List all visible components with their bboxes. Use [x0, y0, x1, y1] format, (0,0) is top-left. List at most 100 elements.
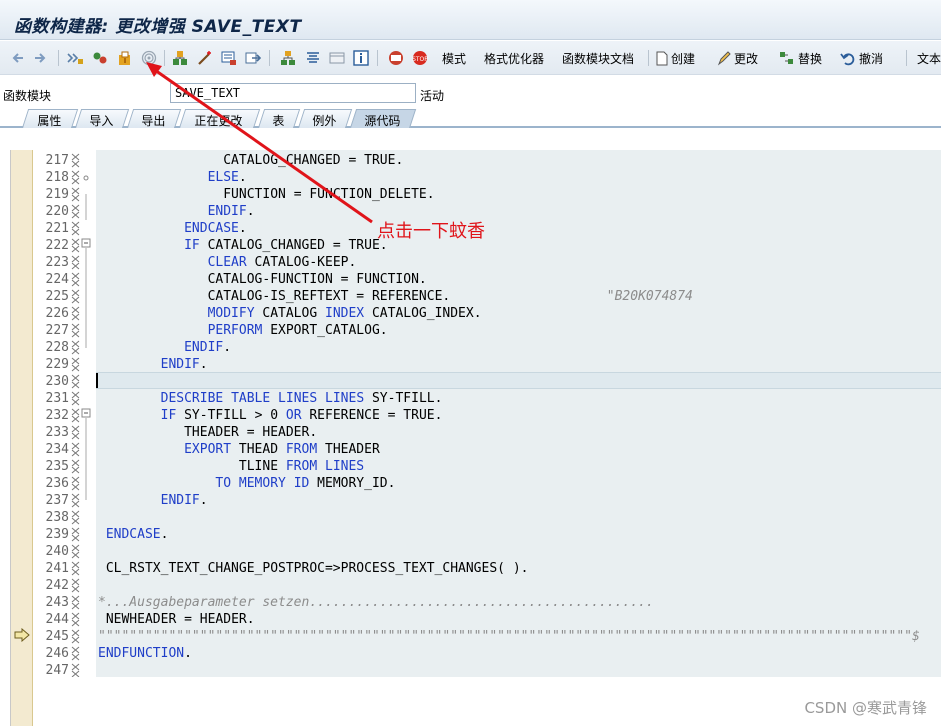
forward-arrow-icon[interactable] — [32, 49, 48, 67]
line-number: 242 — [45, 578, 69, 593]
tab-changing[interactable]: 正在更改 — [179, 109, 261, 128]
line-number: 240 — [45, 544, 69, 559]
change-marker — [71, 459, 80, 474]
code-line[interactable]: MODIFY CATALOG INDEX CATALOG_INDEX. — [98, 305, 482, 322]
execution-arrow-icon — [14, 628, 30, 642]
code-line[interactable]: ENDIF. — [98, 203, 255, 220]
line-number: 220 — [45, 204, 69, 219]
code-line[interactable]: ENDIF. — [98, 492, 208, 509]
back-arrow-icon[interactable] — [10, 49, 26, 67]
change-marker — [71, 170, 80, 185]
line-number: 225 — [45, 289, 69, 304]
code-line[interactable]: TO MEMORY ID MEMORY_ID. — [98, 475, 395, 492]
pretty-printer-button[interactable]: 格式优化器 — [481, 49, 544, 67]
tab-exceptions[interactable]: 例外 — [298, 109, 353, 128]
undo-button[interactable]: 撤消 — [840, 49, 883, 67]
create-button[interactable]: 创建 — [656, 49, 695, 67]
code-line[interactable]: THEADER = HEADER. — [98, 424, 317, 441]
change-marker — [71, 442, 80, 457]
structure-icon[interactable] — [280, 49, 296, 67]
line-number: 235 — [45, 459, 69, 474]
code-line[interactable]: """"""""""""""""""""""""""""""""""""""""… — [98, 628, 920, 645]
code-line[interactable]: ENDCASE. — [98, 526, 169, 543]
mode-button[interactable]: 模式 — [439, 49, 466, 67]
code-line[interactable]: CL_RSTX_TEXT_CHANGE_POSTPROC=>PROCESS_TE… — [98, 560, 529, 577]
code-line[interactable]: IF CATALOG_CHANGED = TRUE. — [98, 237, 388, 254]
code-line[interactable]: ENDIF. — [98, 356, 208, 373]
line-number: 234 — [45, 442, 69, 457]
where-used-icon[interactable] — [221, 49, 237, 67]
code-line[interactable]: ENDFUNCTION. — [98, 645, 192, 662]
change-marker — [71, 595, 80, 610]
line-number: 231 — [45, 391, 69, 406]
change-marker — [71, 510, 80, 525]
window-icon[interactable] — [329, 49, 345, 67]
line-number: 223 — [45, 255, 69, 270]
line-number: 246 — [45, 646, 69, 661]
list-icon[interactable] — [305, 49, 321, 67]
fold-column — [81, 150, 95, 726]
change-marker — [71, 527, 80, 542]
display-object-icon[interactable] — [388, 49, 404, 67]
change-marker — [71, 221, 80, 236]
tab-tables[interactable]: 表 — [258, 109, 301, 128]
code-line[interactable]: CATALOG_CHANGED = TRUE. — [98, 152, 403, 169]
code-line[interactable]: PERFORM EXPORT_CATALOG. — [98, 322, 388, 339]
change-marker — [71, 408, 80, 423]
info-icon[interactable] — [353, 49, 369, 67]
change-marker — [71, 272, 80, 287]
code-line[interactable]: EXPORT THEAD FROM THEADER — [98, 441, 380, 458]
code-line[interactable]: ENDIF. — [98, 339, 231, 356]
code-line[interactable]: ELSE. — [98, 169, 247, 186]
application-toolbar: STOP 模式 格式优化器 函数模块文档 创建 更改 替换 撤消 文本 — [0, 41, 941, 75]
change-marker — [71, 476, 80, 491]
function-module-doc-button[interactable]: 函数模块文档 — [559, 49, 634, 67]
replace-icon — [780, 51, 793, 64]
text-button[interactable]: 文本 — [914, 49, 941, 67]
tab-export[interactable]: 导出 — [127, 109, 182, 128]
tab-strip: 属性 导入 导出 正在更改 表 例外 源代码 — [0, 107, 941, 128]
change-marker — [71, 153, 80, 168]
status-text: 活动 — [420, 89, 445, 103]
display-change-icon[interactable] — [92, 49, 108, 67]
code-line[interactable]: CATALOG-FUNCTION = FUNCTION. — [98, 271, 427, 288]
undo-icon — [840, 52, 855, 65]
change-marker — [71, 374, 80, 389]
change-marker — [71, 204, 80, 219]
code-line[interactable]: ENDCASE. — [98, 220, 247, 237]
text-cursor — [96, 373, 98, 388]
line-number: 226 — [45, 306, 69, 321]
change-button[interactable]: 更改 — [717, 49, 758, 67]
line-number: 224 — [45, 272, 69, 287]
change-marker — [71, 578, 80, 593]
line-number: 217 — [45, 153, 69, 168]
change-marker — [71, 629, 80, 644]
activate-icon[interactable] — [117, 49, 133, 67]
change-marker — [71, 323, 80, 338]
hierarchy-icon[interactable] — [172, 49, 190, 67]
line-number: 232 — [45, 408, 69, 423]
code-line[interactable]: IF SY-TFILL > 0 OR REFERENCE = TRUE. — [98, 407, 443, 424]
code-line[interactable]: CATALOG-IS_REFTEXT = REFERENCE. "B20K074… — [98, 288, 693, 305]
change-marker-column — [71, 150, 80, 726]
enhancement-spiral-icon[interactable] — [141, 49, 157, 67]
tab-attributes[interactable]: 属性 — [22, 109, 79, 128]
code-line[interactable]: CLEAR CATALOG-KEEP. — [98, 254, 357, 271]
line-number: 219 — [45, 187, 69, 202]
tab-source-code[interactable]: 源代码 — [350, 109, 417, 128]
navigate-icon[interactable] — [245, 49, 261, 67]
function-module-input[interactable]: SAVE_TEXT — [170, 83, 416, 103]
line-number: 241 — [45, 561, 69, 576]
code-line[interactable]: FUNCTION = FUNCTION_DELETE. — [98, 186, 434, 203]
code-line[interactable]: NEWHEADER = HEADER. — [98, 611, 255, 628]
current-line-highlight — [96, 372, 941, 389]
code-line[interactable]: DESCRIBE TABLE LINES LINES SY-TFILL. — [98, 390, 443, 407]
magic-wand-icon[interactable] — [197, 49, 213, 67]
replace-button[interactable]: 替换 — [779, 49, 822, 67]
tab-import[interactable]: 导入 — [75, 109, 130, 128]
stop-icon[interactable]: STOP — [411, 49, 429, 67]
other-object-icon[interactable] — [66, 49, 84, 67]
code-line[interactable]: *...Ausgabeparameter setzen.............… — [98, 594, 654, 611]
line-number: 243 — [45, 595, 69, 610]
code-line[interactable]: TLINE FROM LINES — [98, 458, 364, 475]
